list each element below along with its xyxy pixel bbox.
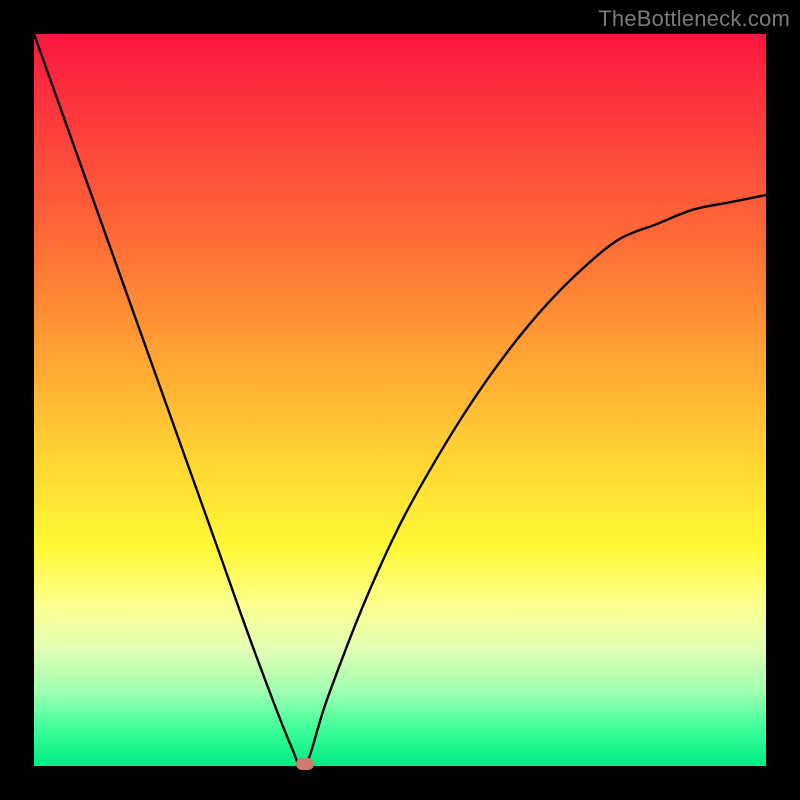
bottleneck-curve xyxy=(34,34,766,766)
minimum-marker xyxy=(296,758,314,770)
chart-frame: TheBottleneck.com xyxy=(0,0,800,800)
watermark-text: TheBottleneck.com xyxy=(598,6,790,32)
plot-area xyxy=(34,34,766,766)
